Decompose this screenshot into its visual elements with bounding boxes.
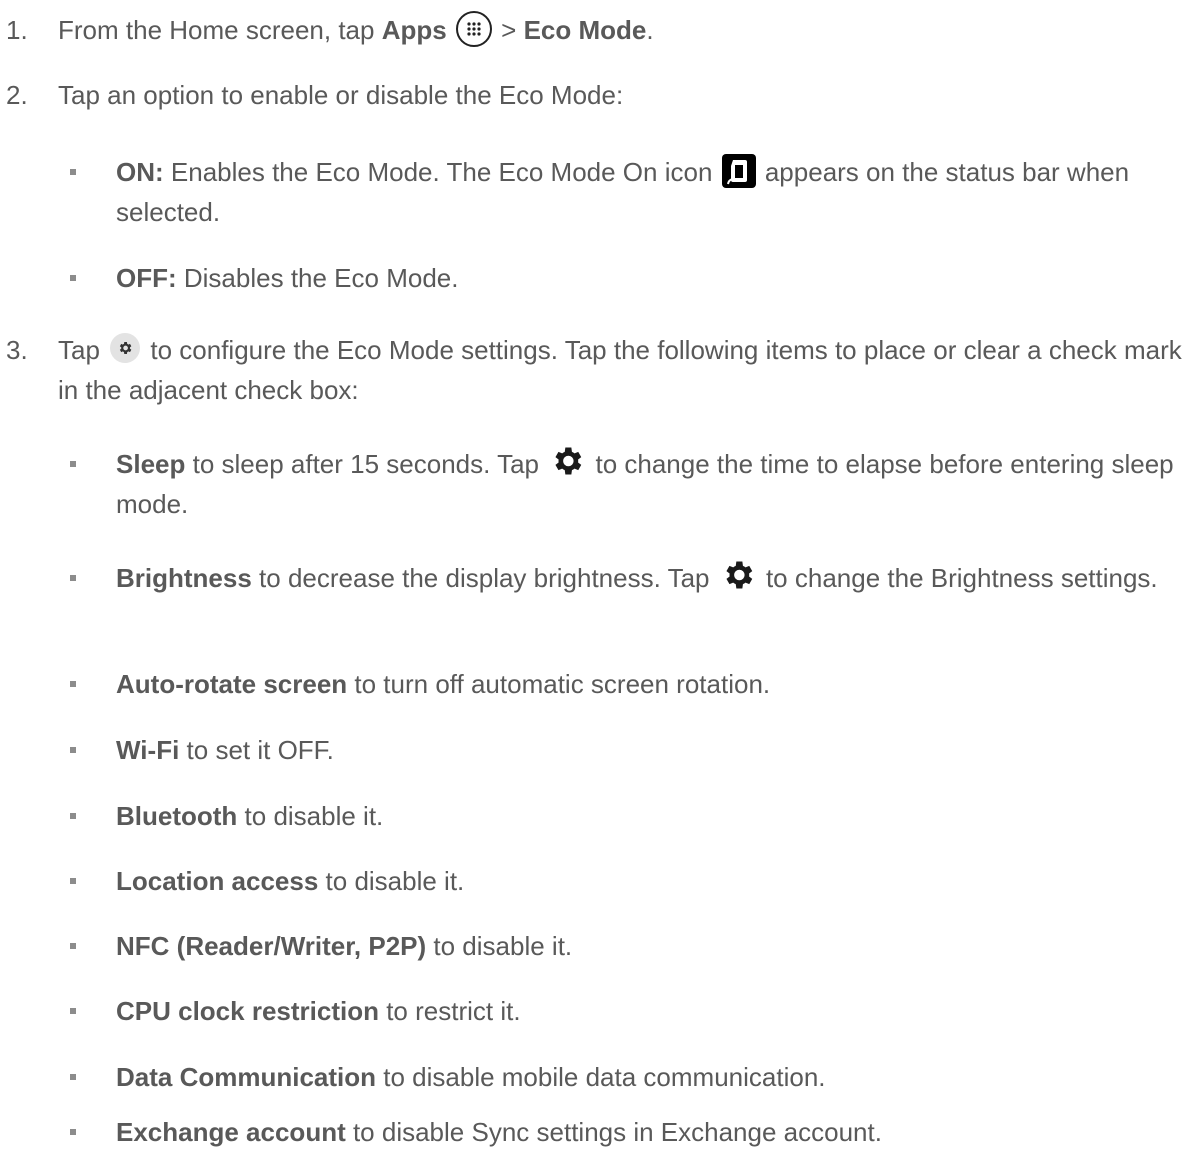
bullet-text: NFC (Reader/Writer, P2P) to disable it.	[116, 931, 573, 961]
instructions-page: 1. From the Home screen, tap Apps > Eco …	[0, 0, 1186, 1159]
bullet-marker	[70, 813, 76, 819]
eco-mode-label: Eco Mode	[523, 15, 647, 45]
eco-mode-on-icon	[721, 154, 756, 189]
gear-icon	[720, 557, 756, 593]
bullet-text: ON: Enables the Eco Mode. The Eco Mode O…	[116, 152, 1184, 232]
apps-grid-icon	[455, 11, 492, 48]
step-number: 2.	[6, 80, 28, 110]
bullet-text: CPU clock restriction to restrict it.	[116, 996, 521, 1026]
bullet-text: Location access to disable it.	[116, 866, 465, 896]
bullet-marker	[70, 1074, 76, 1080]
bullet-marker	[70, 575, 76, 581]
bullet-text: Auto-rotate screen to turn off automatic…	[116, 669, 771, 699]
bullet-marker	[70, 878, 76, 884]
bullet-marker	[70, 1129, 76, 1135]
gear-icon	[549, 443, 585, 479]
bullet-text: OFF: Disables the Eco Mode.	[116, 263, 459, 293]
bullet-marker	[70, 1008, 76, 1014]
step-text: Tap to configure the Eco Mode settings. …	[58, 333, 1182, 405]
bullet-text: Exchange account to disable Sync setting…	[116, 1117, 882, 1147]
bullet-marker	[70, 747, 76, 753]
bullet-text: Sleep to sleep after 15 seconds. Tap to …	[116, 444, 1184, 524]
bullet-text: Wi-Fi to set it OFF.	[116, 735, 334, 765]
bullet-marker	[70, 461, 76, 467]
bullet-text: Brightness to decrease the display brigh…	[116, 558, 1184, 598]
gear-icon	[110, 333, 141, 364]
bullet-text: Data Communication to disable mobile dat…	[116, 1062, 826, 1092]
bullet-marker	[70, 169, 76, 175]
apps-label: Apps	[381, 15, 447, 45]
step-number: 1.	[6, 15, 28, 45]
bullet-marker	[70, 943, 76, 949]
bullet-marker	[70, 275, 76, 281]
bullet-marker	[70, 681, 76, 687]
step-text: From the Home screen, tap Apps > Eco Mod…	[58, 10, 1183, 50]
step-number: 3.	[6, 335, 28, 365]
step-text: Tap an option to enable or disable the E…	[58, 80, 624, 110]
bullet-text: Bluetooth to disable it.	[116, 801, 384, 831]
